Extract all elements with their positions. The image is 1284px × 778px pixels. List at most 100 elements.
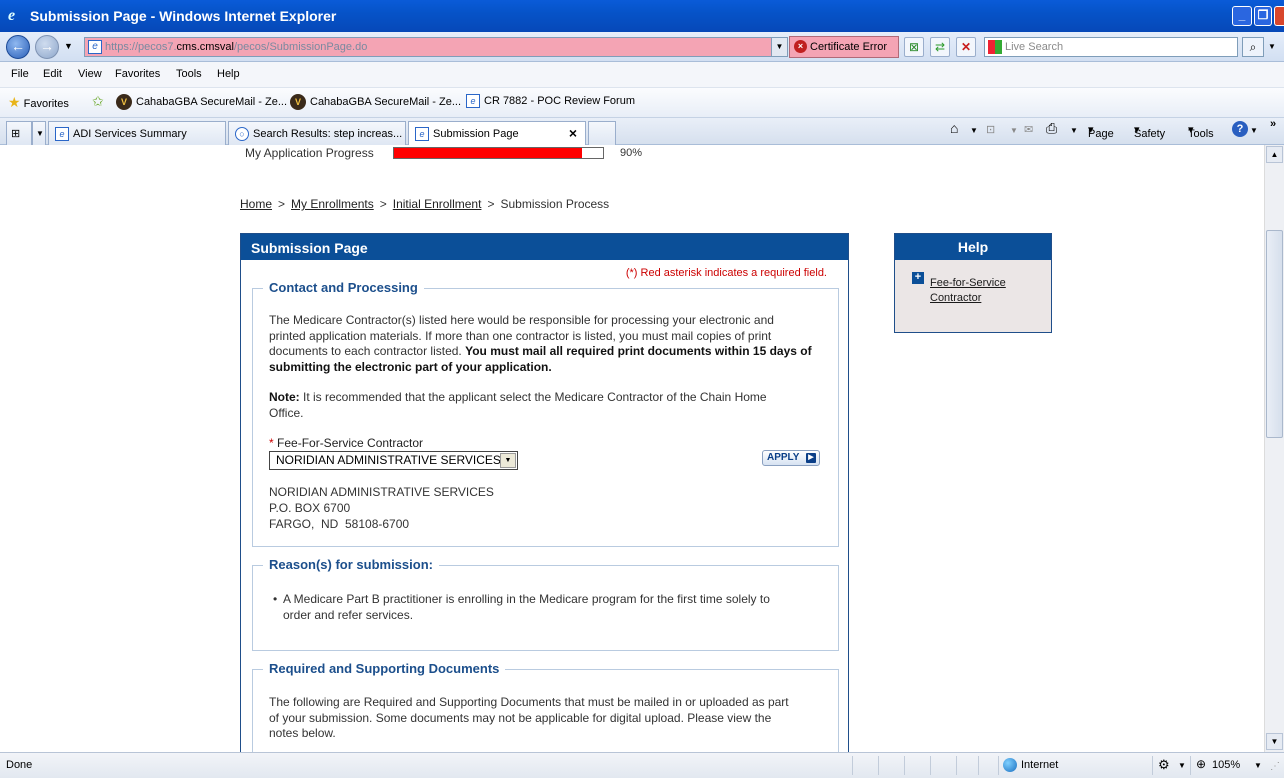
home-dropdown-icon[interactable]: ▼ (970, 126, 978, 135)
help-title: Help (895, 234, 1051, 260)
status-dropdown-icon[interactable]: ▼ (1178, 761, 1186, 770)
close-button[interactable] (1274, 6, 1284, 26)
resize-grip-icon[interactable]: ⋰ (1270, 761, 1280, 772)
restore-button[interactable]: ❐ (1254, 6, 1272, 26)
menu-bar: File Edit View Favorites Tools Help (0, 62, 1284, 88)
apply-button[interactable]: APPLY ▶ (762, 450, 820, 466)
contractor-select[interactable]: NORIDIAN ADMINISTRATIVE SERVICES ▼ (269, 451, 518, 470)
scroll-down-icon[interactable]: ▼ (1266, 733, 1283, 750)
page-icon: e (88, 40, 102, 54)
feeds-dropdown-icon[interactable]: ▼ (1010, 126, 1018, 135)
security-zone: Internet (1021, 759, 1059, 771)
menu-file[interactable]: File (11, 68, 29, 80)
help-dropdown-icon[interactable]: ▼ (1250, 126, 1258, 135)
address-dropdown-icon[interactable]: ▼ (771, 38, 787, 56)
refresh-icon[interactable]: ⇄ (930, 37, 950, 57)
address-toolbar: ← → ▼ e https://pecos7.cms.cmsval/pecos/S… (0, 32, 1284, 62)
chevron-more-icon[interactable]: » (1270, 118, 1276, 130)
menu-favorites[interactable]: Favorites (115, 68, 160, 80)
live-search-logo-icon (988, 40, 1002, 54)
section-heading: Reason(s) for submission: (263, 557, 439, 572)
add-favorite-icon[interactable]: ✩ (92, 93, 104, 110)
section-heading: Required and Supporting Documents (263, 661, 506, 676)
ie-logo-icon: e (8, 7, 16, 24)
note-text: Note: It is recommended that the applica… (269, 390, 767, 420)
globe-icon (1003, 758, 1017, 772)
safety-menu[interactable]: Safety ▾ (1134, 123, 1165, 140)
page-icon: e (466, 94, 480, 108)
recent-pages-dropdown-icon[interactable]: ▼ (64, 41, 73, 51)
shield-error-icon: × (794, 40, 807, 53)
contact-description: The Medicare Contractor(s) listed here w… (269, 313, 812, 374)
breadcrumb-enrollments-link[interactable]: My Enrollments (291, 197, 374, 211)
print-icon[interactable]: ⎙ (1046, 120, 1057, 137)
select-dropdown-icon: ▼ (500, 453, 516, 468)
read-mail-icon[interactable]: ✉ (1024, 123, 1033, 136)
favorites-bar: ★ Favorites ✩ V CahabaGBA SecureMail - Ze… (0, 88, 1284, 118)
favorite-item-2[interactable]: V CahabaGBA SecureMail - Ze... (290, 94, 461, 110)
status-bar: Done Internet ⚙ ▼ ⊕ 105% ▼ ⋰ (0, 752, 1284, 778)
scroll-thumb[interactable] (1266, 230, 1283, 438)
back-button[interactable]: ← (6, 35, 30, 59)
new-tab-button[interactable] (588, 121, 616, 145)
tab-search-results[interactable]: ○ Search Results: step increas... (228, 121, 406, 145)
contractor-address: NORIDIAN ADMINISTRATIVE SERVICES P.O. BO… (269, 485, 494, 531)
page-menu[interactable]: Page ▾ (1088, 123, 1114, 140)
panel-title: Submission Page (241, 234, 848, 260)
progress-percent: 90% (620, 147, 643, 159)
stop-icon[interactable]: ✕ (956, 37, 976, 57)
close-tab-icon[interactable]: × (569, 125, 577, 141)
print-dropdown-icon[interactable]: ▼ (1070, 126, 1078, 135)
tab-submission-page[interactable]: e Submission Page × (408, 121, 586, 146)
forward-button[interactable]: → (35, 35, 59, 59)
contact-processing-section: Contact and Processing The Medicare Cont… (252, 280, 839, 547)
compatibility-view-icon[interactable]: ⊠ (904, 37, 924, 57)
tab-list-dropdown[interactable]: ▼ (32, 121, 46, 145)
scroll-up-icon[interactable]: ▲ (1266, 146, 1283, 163)
status-text: Done (6, 759, 33, 771)
reasons-section: Reason(s) for submission: • A Medicare P… (252, 557, 839, 651)
tools-menu[interactable]: Tools ▾ (1188, 123, 1214, 140)
home-icon[interactable]: ⌂ (950, 120, 958, 136)
vertical-scrollbar[interactable]: ▲ ▼ (1264, 145, 1284, 752)
quick-tabs-icon: ⊞ (11, 128, 21, 140)
zoom-icon[interactable]: ⊕ (1196, 757, 1206, 771)
certificate-error-button[interactable]: × Certificate Error (789, 36, 899, 58)
help-icon[interactable]: ? (1232, 121, 1248, 137)
menu-tools[interactable]: Tools (176, 68, 202, 80)
search-input[interactable]: Live Search (984, 37, 1238, 57)
documents-description: The following are Required and Supportin… (269, 695, 789, 740)
loading-page-icon: ○ (235, 127, 249, 141)
favorite-item-3[interactable]: e CR 7882 - POC Review Forum (466, 94, 635, 108)
quick-tabs-button[interactable]: ⊞ (6, 121, 32, 145)
page-icon: e (55, 127, 69, 141)
page-content: My Application Progress 90% Home > My Enro… (0, 145, 1264, 752)
search-button[interactable]: ⌕ (1242, 37, 1264, 57)
zoom-dropdown-icon[interactable]: ▼ (1254, 761, 1262, 770)
menu-help[interactable]: Help (217, 68, 240, 80)
cahaba-logo-icon: V (116, 94, 132, 110)
breadcrumb: Home > My Enrollments > Initial Enrollment > S… (240, 197, 610, 211)
submission-panel: Submission Page (*) Red asterisk indicat… (240, 233, 849, 752)
favorite-item-1[interactable]: V CahabaGBA SecureMail - Ze... (116, 94, 287, 110)
search-options-dropdown-icon[interactable]: ▼ (1268, 42, 1276, 51)
help-fee-for-service-link[interactable]: Fee-for-Service Contractor (930, 276, 1040, 306)
favorites-button[interactable]: ★ Favorites (8, 94, 69, 111)
breadcrumb-current: Submission Process (500, 197, 610, 211)
page-icon: e (415, 127, 429, 141)
tab-adi-services-summary[interactable]: e ADI Services Summary (48, 121, 226, 145)
expand-plus-icon[interactable]: + (912, 272, 924, 284)
minimize-button[interactable]: _ (1232, 6, 1252, 26)
feeds-icon[interactable]: ⊡ (986, 123, 995, 136)
documents-section: Required and Supporting Documents The fo… (252, 661, 839, 752)
breadcrumb-home-link[interactable]: Home (240, 197, 272, 211)
address-field[interactable]: e https://pecos7.cms.cmsval/pecos/Submiss… (84, 37, 788, 57)
menu-edit[interactable]: Edit (43, 68, 62, 80)
breadcrumb-initial-enrollment-link[interactable]: Initial Enrollment (393, 197, 482, 211)
progress-bar (393, 147, 604, 159)
window-title: Submission Page - Windows Internet Explo… (30, 8, 337, 24)
progress-fill (394, 148, 583, 158)
menu-view[interactable]: View (78, 68, 102, 80)
zoom-level[interactable]: 105% (1212, 759, 1240, 771)
protected-mode-icon[interactable]: ⚙ (1158, 757, 1170, 773)
